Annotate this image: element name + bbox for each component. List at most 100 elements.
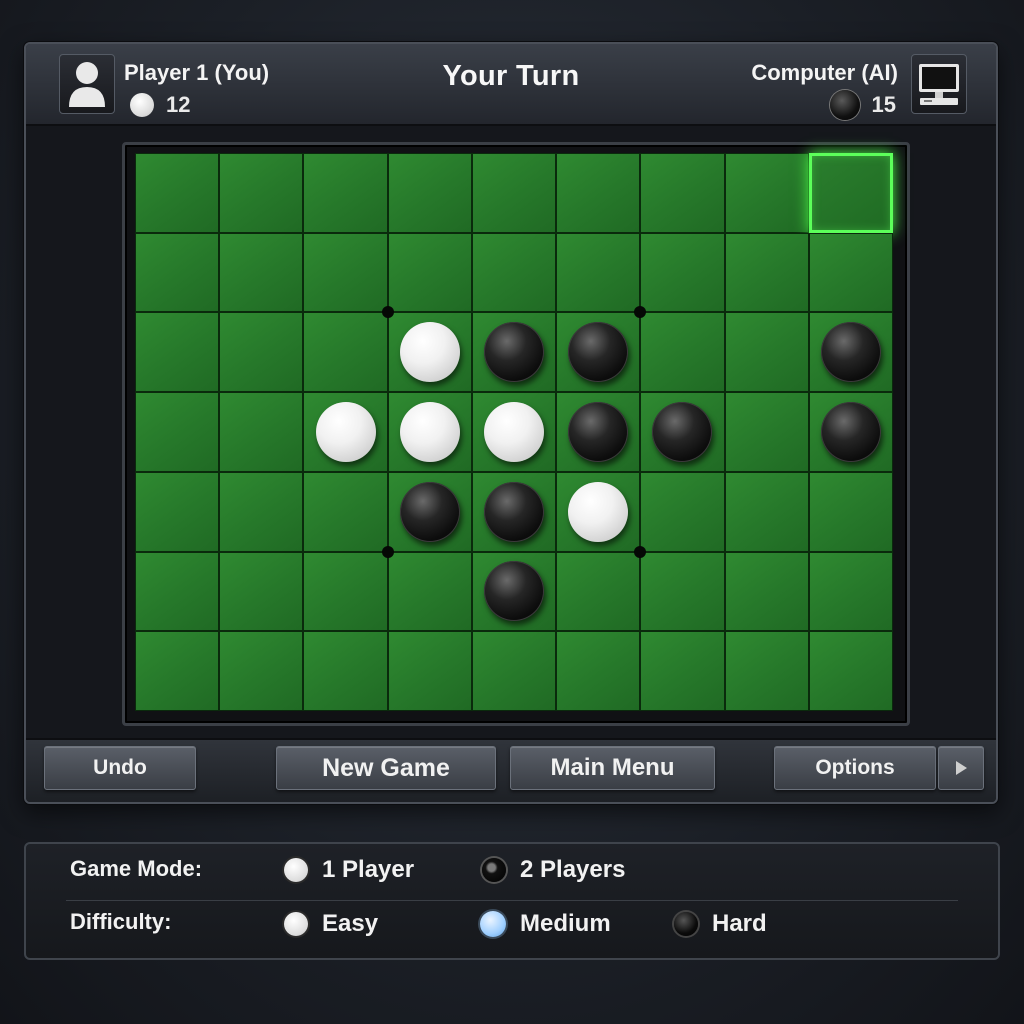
game-board [135, 153, 893, 711]
board-cell[interactable] [387, 312, 472, 393]
divider [66, 900, 958, 901]
star-point-dot [634, 545, 647, 558]
board-cell[interactable] [724, 551, 809, 632]
settings-panel: Game Mode: 1 Player 2 Players Difficulty… [24, 842, 1000, 960]
board-cell[interactable] [724, 471, 809, 552]
game-mode-label: Game Mode: [70, 856, 203, 881]
board-cell[interactable] [387, 153, 472, 233]
play-arrow-icon [956, 761, 967, 775]
board-cell[interactable] [219, 471, 304, 552]
board-cell[interactable] [303, 392, 388, 472]
board-cell[interactable] [387, 471, 472, 552]
difficulty-option-medium[interactable]: Medium [480, 910, 611, 938]
white-disc-icon [130, 93, 154, 117]
difficulty-option-easy[interactable]: Easy [284, 910, 378, 938]
new-game-button[interactable]: New Game [276, 746, 496, 790]
board-cell[interactable] [471, 551, 557, 632]
board-cell[interactable] [219, 153, 304, 233]
board-cell[interactable] [471, 232, 557, 313]
board-cell[interactable] [640, 551, 725, 632]
board-cell[interactable] [808, 232, 893, 313]
board-cell[interactable] [471, 631, 557, 711]
board-cell[interactable] [387, 551, 472, 632]
board-cell[interactable] [387, 631, 472, 711]
black-disc [820, 322, 881, 383]
board-cell[interactable] [219, 392, 304, 472]
game-window: Player 1 (You) 12 Your Turn Computer (AI… [24, 42, 998, 804]
board-cell[interactable] [556, 312, 641, 393]
board-cell[interactable] [556, 551, 641, 632]
board-cell-highlighted[interactable] [808, 153, 893, 233]
board-cell[interactable] [640, 312, 725, 393]
board-cell[interactable] [724, 631, 809, 711]
white-disc [399, 401, 460, 462]
board-cell[interactable] [219, 551, 304, 632]
board-cell[interactable] [471, 392, 557, 472]
board-cell[interactable] [135, 312, 220, 393]
board-cell[interactable] [556, 471, 641, 552]
black-disc [399, 481, 460, 542]
board-cell[interactable] [724, 312, 809, 393]
black-disc-icon [829, 90, 860, 120]
board-cell[interactable] [219, 312, 304, 393]
board-cell[interactable] [471, 312, 557, 393]
board-cell[interactable] [387, 392, 472, 472]
board-cell[interactable] [640, 471, 725, 552]
board-cell[interactable] [471, 153, 557, 233]
radio-selected-icon [482, 858, 506, 882]
options-arrow-button[interactable] [938, 746, 984, 790]
board-cell[interactable] [219, 631, 304, 711]
board-cell[interactable] [808, 471, 893, 552]
action-toolbar: Undo New Game Main Menu Options [26, 738, 996, 802]
difficulty-label: Difficulty: [70, 909, 172, 934]
board-cell[interactable] [556, 392, 641, 472]
board-cell[interactable] [135, 232, 220, 313]
difficulty-option-label: Easy [322, 910, 379, 937]
undo-button[interactable]: Undo [44, 746, 196, 790]
board-cell[interactable] [135, 471, 220, 552]
board-cell[interactable] [556, 631, 641, 711]
board-cell[interactable] [219, 232, 304, 313]
board-cell[interactable] [556, 232, 641, 313]
black-disc [568, 401, 629, 462]
board-cell[interactable] [135, 392, 220, 472]
computer-name: Computer (AI) [751, 60, 898, 85]
board-cell[interactable] [303, 232, 388, 313]
board-cell[interactable] [724, 153, 809, 233]
board-cell[interactable] [471, 471, 557, 552]
board-cell[interactable] [303, 471, 388, 552]
radio-icon [284, 912, 308, 936]
board-cell[interactable] [135, 631, 220, 711]
board-cell[interactable] [640, 232, 725, 313]
board-cell[interactable] [135, 551, 220, 632]
radio-icon [674, 912, 698, 936]
white-disc [483, 401, 544, 462]
board-cell[interactable] [640, 153, 725, 233]
board-cell[interactable] [640, 392, 725, 472]
board-cell[interactable] [808, 392, 893, 472]
score-header: Player 1 (You) 12 Your Turn Computer (AI… [26, 44, 996, 126]
board-cell[interactable] [724, 392, 809, 472]
board-cell[interactable] [387, 232, 472, 313]
mode-option-2-players[interactable]: 2 Players [482, 856, 625, 884]
options-button[interactable]: Options [774, 746, 936, 790]
board-cell[interactable] [303, 551, 388, 632]
board-cell[interactable] [556, 153, 641, 233]
board-cell[interactable] [303, 631, 388, 711]
difficulty-option-label: Medium [520, 910, 611, 937]
mode-option-1-player[interactable]: 1 Player [284, 856, 414, 884]
player-score: 12 [130, 92, 190, 118]
board-cell[interactable] [808, 312, 893, 393]
difficulty-option-hard[interactable]: Hard [674, 910, 767, 938]
board-cell[interactable] [640, 631, 725, 711]
board-cell[interactable] [303, 153, 388, 233]
board-cell[interactable] [724, 232, 809, 313]
white-disc [315, 401, 376, 462]
board-cell[interactable] [303, 312, 388, 393]
main-menu-button[interactable]: Main Menu [510, 746, 715, 790]
board-cell[interactable] [808, 551, 893, 632]
board-cell[interactable] [135, 153, 220, 233]
board-frame [122, 142, 910, 726]
board-cell[interactable] [808, 631, 893, 711]
difficulty-option-label: Hard [712, 910, 767, 937]
